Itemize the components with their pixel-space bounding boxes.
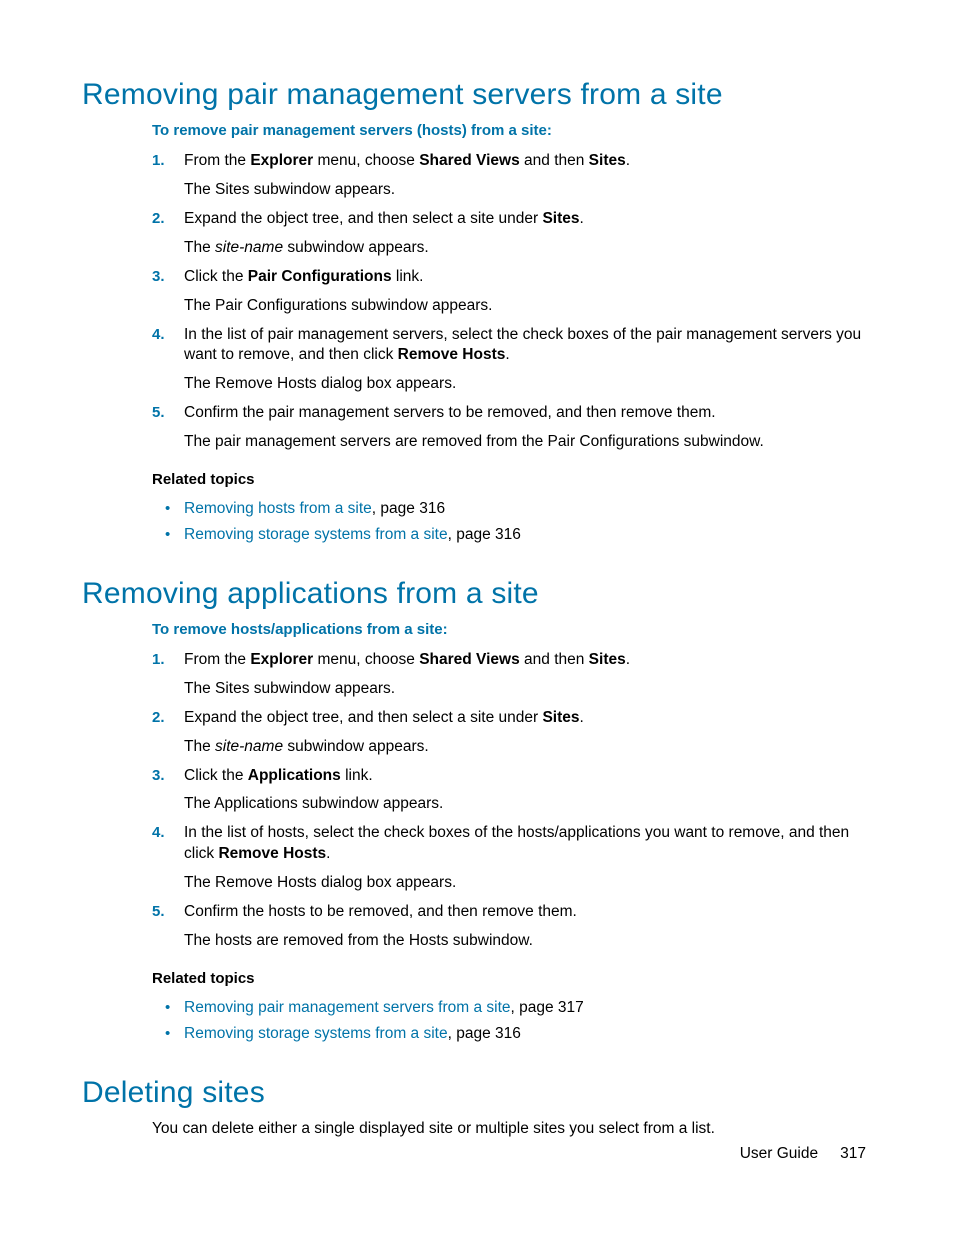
heading-deleting-sites: Deleting sites xyxy=(82,1076,882,1110)
step: Click the Applications link. The Applica… xyxy=(152,766,872,816)
related-topics-list: Removing pair management servers from a … xyxy=(152,995,872,1048)
step: Expand the object tree, and then select … xyxy=(152,708,872,758)
related-topics-heading: Related topics xyxy=(152,471,872,488)
related-topics-heading: Related topics xyxy=(152,970,872,987)
step: Confirm the hosts to be removed, and the… xyxy=(152,902,872,952)
section-2-body: To remove hosts/applications from a site… xyxy=(152,621,872,1048)
related-link[interactable]: Removing hosts from a site xyxy=(184,500,372,517)
footer-label: User Guide xyxy=(740,1145,818,1162)
step: Expand the object tree, and then select … xyxy=(152,209,872,259)
section-1-body: To remove pair management servers (hosts… xyxy=(152,122,872,549)
heading-removing-pair-mgmt: Removing pair management servers from a … xyxy=(82,78,882,112)
procedure-label-2: To remove hosts/applications from a site… xyxy=(152,621,872,638)
step: In the list of pair management servers, … xyxy=(152,325,872,396)
procedure-label-1: To remove pair management servers (hosts… xyxy=(152,122,872,139)
heading-removing-applications: Removing applications from a site xyxy=(82,577,882,611)
step: From the Explorer menu, choose Shared Vi… xyxy=(152,151,872,201)
steps-list-2: From the Explorer menu, choose Shared Vi… xyxy=(152,650,872,952)
step: Click the Pair Configurations link. The … xyxy=(152,267,872,317)
related-item: Removing storage systems from a site, pa… xyxy=(152,1021,872,1047)
step: From the Explorer menu, choose Shared Vi… xyxy=(152,650,872,700)
page-number: 317 xyxy=(840,1145,866,1162)
step: Confirm the pair management servers to b… xyxy=(152,403,872,453)
page-footer: User Guide 317 xyxy=(740,1145,866,1163)
related-link[interactable]: Removing storage systems from a site xyxy=(184,1025,448,1042)
related-item: Removing storage systems from a site, pa… xyxy=(152,522,872,548)
related-item: Removing pair management servers from a … xyxy=(152,995,872,1021)
related-link[interactable]: Removing pair management servers from a … xyxy=(184,999,511,1016)
page: Removing pair management servers from a … xyxy=(0,0,954,1235)
related-topics-list: Removing hosts from a site, page 316 Rem… xyxy=(152,496,872,549)
related-item: Removing hosts from a site, page 316 xyxy=(152,496,872,522)
deleting-sites-intro: You can delete either a single displayed… xyxy=(152,1120,882,1138)
related-link[interactable]: Removing storage systems from a site xyxy=(184,526,448,543)
steps-list-1: From the Explorer menu, choose Shared Vi… xyxy=(152,151,872,453)
step: In the list of hosts, select the check b… xyxy=(152,823,872,894)
